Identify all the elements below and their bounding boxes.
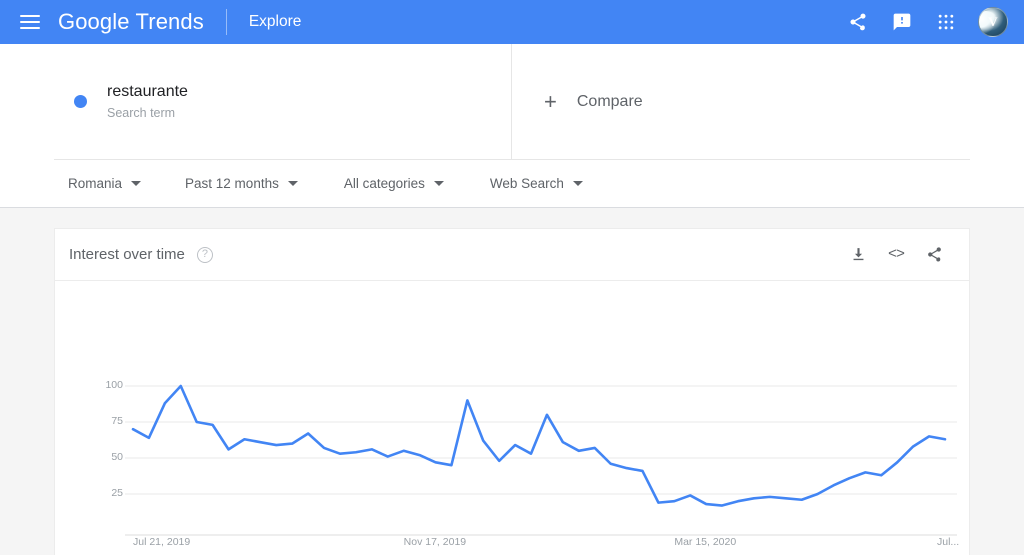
compare-label: Compare — [577, 93, 643, 111]
embed-icon[interactable]: <> — [885, 244, 907, 266]
explore-link[interactable]: Explore — [249, 13, 302, 31]
apps-grid-icon[interactable] — [926, 2, 966, 42]
search-term-text: restaurante Search term — [107, 81, 188, 122]
google-trends-logo[interactable]: Google Trends — [58, 9, 204, 35]
chevron-down-icon — [573, 181, 583, 186]
series-color-dot — [74, 95, 87, 108]
chevron-down-icon — [288, 181, 298, 186]
hamburger-menu-icon[interactable] — [20, 15, 40, 29]
hamburger-line — [20, 15, 40, 17]
appbar-divider — [226, 9, 227, 35]
y-axis-tick-label: 25 — [89, 487, 123, 499]
share-icon[interactable] — [838, 2, 878, 42]
feedback-icon[interactable] — [882, 2, 922, 42]
chevron-down-icon — [131, 181, 141, 186]
filter-category[interactable]: All categories — [344, 176, 444, 191]
hamburger-line — [20, 21, 40, 23]
hamburger-line — [20, 27, 40, 29]
help-icon[interactable]: ? — [197, 247, 213, 263]
filter-location[interactable]: Romania — [68, 176, 141, 191]
appbar-actions: V — [838, 2, 1024, 42]
filter-time-range[interactable]: Past 12 months — [185, 176, 298, 191]
plus-icon: + — [544, 91, 557, 113]
avatar[interactable]: V — [978, 7, 1008, 37]
brand-google: Google — [58, 9, 130, 35]
y-axis-tick-label: 100 — [89, 379, 123, 391]
filter-search-type-label: Web Search — [490, 176, 564, 191]
avatar-initial: V — [988, 14, 997, 30]
y-axis-tick-label: 75 — [89, 415, 123, 427]
x-axis-tick-label: Jul... — [937, 536, 959, 548]
filter-search-type[interactable]: Web Search — [490, 176, 583, 191]
search-terms-row: restaurante Search term + Compare — [0, 44, 1024, 160]
filter-category-label: All categories — [344, 176, 425, 191]
chevron-down-icon — [434, 181, 444, 186]
interest-over-time-chart: 25 50 75 100 Jul 21, 2019 Nov 17, 2019 Mar 15… — [55, 281, 971, 555]
search-term-title: restaurante — [107, 81, 188, 103]
filter-bar: Romania Past 12 months All categories We… — [0, 160, 1024, 208]
search-term-card[interactable]: restaurante Search term — [54, 44, 512, 160]
x-axis-tick-label: Nov 17, 2019 — [404, 536, 466, 548]
compare-button[interactable]: + Compare — [512, 44, 970, 160]
y-axis-tick-label: 50 — [89, 451, 123, 463]
x-axis-tick-label: Jul 21, 2019 — [133, 536, 190, 548]
brand-trends: Trends — [136, 9, 204, 35]
x-axis-tick-label: Mar 15, 2020 — [674, 536, 736, 548]
chart-svg — [55, 281, 971, 555]
interest-over-time-card: Interest over time ? <> 25 50 75 100 Jul 21… — [54, 228, 970, 555]
card-header: Interest over time ? <> — [55, 229, 969, 281]
filter-location-label: Romania — [68, 176, 122, 191]
share-icon[interactable] — [923, 244, 945, 266]
card-title: Interest over time — [69, 246, 185, 263]
trend-line — [133, 386, 945, 506]
download-icon[interactable] — [847, 244, 869, 266]
card-actions: <> — [847, 244, 955, 266]
app-bar: Google Trends Explore V — [0, 0, 1024, 44]
filter-time-range-label: Past 12 months — [185, 176, 279, 191]
search-term-subtitle: Search term — [107, 104, 188, 122]
